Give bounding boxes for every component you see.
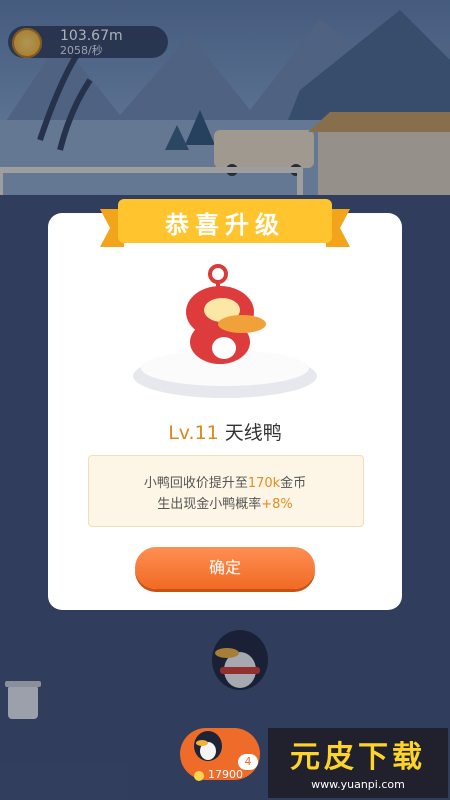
reward-label: 小鸭回收价提升至 [143,476,248,491]
antenna-duck-icon [186,264,266,364]
reward-line-cash-chance: 生出现金小鸭概率+8% [88,493,362,512]
duck-level: Lv.11 [168,422,219,444]
price-coin-icon [194,771,204,781]
reward-line-recycle-price: 小鸭回收价提升至170k金币 [88,472,362,491]
duck-name: 天线鸭 [224,422,282,444]
reward-label: 生出现金小鸭概率 [157,497,262,512]
reward-unit: 金币 [280,476,307,491]
reward-info-box [88,455,364,527]
watermark-title: 元皮下载 [290,740,426,775]
confirm-button[interactable]: 确定 [135,547,315,589]
watermark-url: www.yuanpi.com [311,778,405,791]
buy-price: 17900 [208,768,243,781]
duck-title: Lv.11 天线鸭 [48,418,402,445]
dialog-title: 恭喜升级 [165,211,285,239]
reward-value: 170k [247,476,281,491]
reward-value: +8% [261,497,293,512]
penguin-avatar-icon [194,731,222,761]
